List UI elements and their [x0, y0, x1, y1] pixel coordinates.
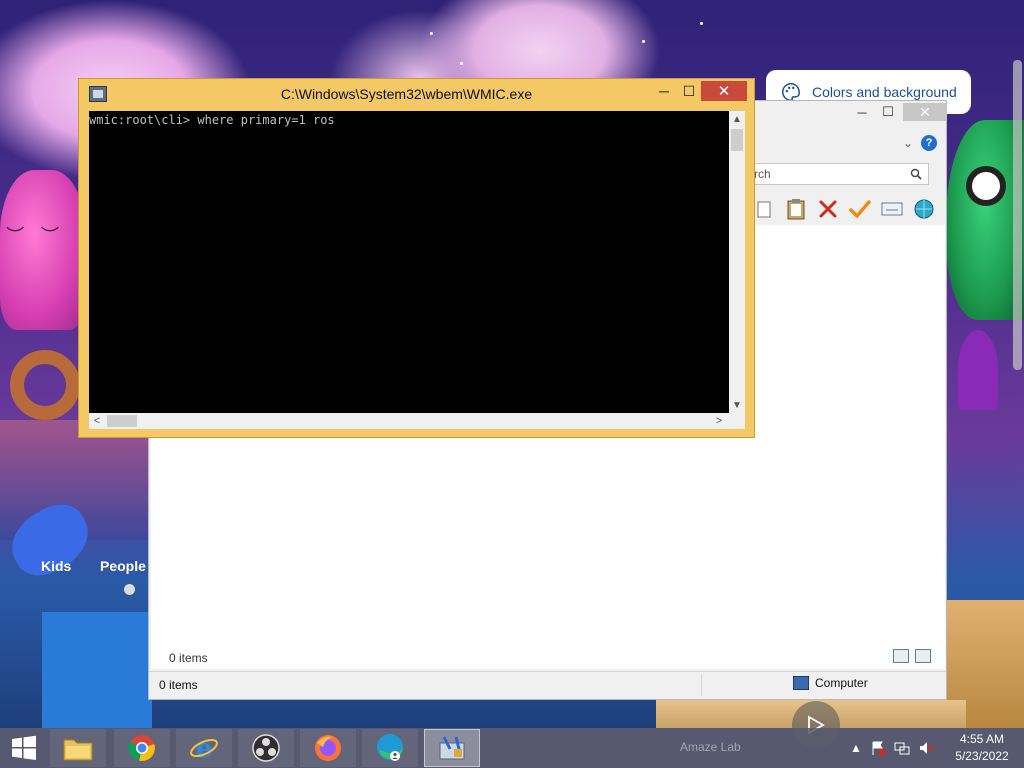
console-output[interactable]: wmic:root\cli> where primary=1 ros — [89, 111, 729, 413]
console-output-line: wmic:root\cli> where primary=1 ros — [89, 113, 335, 127]
network-icon[interactable] — [894, 740, 910, 756]
blue-tile — [42, 612, 152, 728]
pink-character-face: ︶ ︶ — [6, 226, 66, 246]
paste-icon[interactable] — [785, 198, 807, 220]
console-resize-grip[interactable] — [729, 413, 745, 429]
taskbar-internet-explorer[interactable]: e — [176, 729, 232, 767]
scroll-down-icon[interactable]: ▼ — [729, 397, 745, 413]
explorer-statusbar: 0 items Computer — [149, 671, 946, 699]
taskbar-chrome[interactable] — [114, 729, 170, 767]
firefox-icon — [315, 735, 341, 761]
horizontal-scroll-thumb[interactable] — [107, 415, 137, 427]
explorer-close-button[interactable]: ✕ — [903, 103, 947, 121]
volume-muted-icon[interactable] — [918, 740, 934, 756]
status-separator — [701, 674, 702, 696]
status-location-label: Computer — [815, 676, 868, 690]
star — [642, 40, 645, 43]
console-close-button[interactable]: ✕ — [701, 81, 747, 101]
folder-icon — [63, 739, 93, 761]
vertical-scroll-thumb[interactable] — [731, 129, 743, 151]
explorer-address-tail: ⌄ ? — [749, 131, 939, 155]
console-vertical-scrollbar[interactable]: ▲ ▼ — [729, 111, 745, 413]
purple-character — [958, 330, 998, 410]
console-horizontal-scrollbar[interactable]: < > — [89, 413, 729, 429]
star — [430, 32, 433, 35]
action-center-flag-icon[interactable] — [870, 740, 886, 756]
svg-text:e: e — [196, 734, 213, 763]
ie-icon: e — [190, 734, 218, 763]
explorer-minimize-button[interactable]: ─ — [849, 103, 875, 121]
delete-icon[interactable] — [817, 198, 839, 220]
edge-icon — [377, 734, 403, 761]
console-app-icon[interactable] — [89, 86, 107, 102]
ring-character — [10, 350, 80, 420]
scroll-up-icon[interactable]: ▲ — [729, 111, 745, 127]
view-buttons — [893, 649, 931, 663]
green-character-eye — [966, 166, 1006, 206]
computer-icon — [793, 676, 809, 690]
obs-icon — [252, 734, 280, 762]
system-tray: ▲ — [850, 728, 934, 768]
show-hidden-icons-icon[interactable]: ▲ — [850, 741, 862, 755]
clock-date: 5/23/2022 — [955, 749, 1009, 763]
taskbar: e Amaze Lab ▲ 4:55 AM 5/23/2022 — [0, 728, 1024, 768]
check-icon[interactable] — [849, 198, 871, 220]
explorer-items-count: 0 items — [169, 651, 208, 665]
colors-and-background-label: Colors and background — [812, 84, 957, 100]
taskbar-firefox[interactable] — [300, 729, 356, 767]
explorer-toolbar — [749, 195, 939, 223]
star — [700, 22, 703, 25]
scroll-left-icon[interactable]: < — [89, 413, 105, 429]
console-maximize-button[interactable]: ☐ — [676, 81, 702, 101]
explorer-search-input[interactable]: rch — [749, 163, 929, 185]
taskbar-file-explorer[interactable] — [50, 729, 106, 767]
tools-icon — [439, 736, 465, 760]
status-location: Computer — [793, 676, 868, 690]
search-placeholder: rch — [754, 167, 771, 181]
wmic-console-window: C:\Windows\System32\wbem\WMIC.exe ─ ☐ ✕ … — [78, 78, 755, 438]
console-minimize-button[interactable]: ─ — [651, 81, 677, 101]
large-icons-view-icon[interactable] — [915, 649, 931, 663]
chevron-down-icon[interactable]: ⌄ — [903, 136, 913, 150]
pager-dot[interactable] — [124, 584, 135, 595]
copy-icon[interactable] — [753, 198, 775, 220]
taskbar-control-tool[interactable] — [424, 729, 480, 767]
star — [460, 62, 463, 65]
wallpaper-label-kids[interactable]: Kids — [41, 558, 71, 574]
console-titlebar[interactable]: C:\Windows\System32\wbem\WMIC.exe ─ ☐ ✕ — [79, 79, 754, 109]
console-title: C:\Windows\System32\wbem\WMIC.exe — [280, 86, 533, 102]
system-clock[interactable]: 4:55 AM 5/23/2022 — [950, 731, 1014, 765]
explorer-maximize-button[interactable]: ☐ — [875, 103, 901, 121]
globe-icon[interactable] — [913, 198, 935, 220]
wallpaper-scrollbar[interactable] — [1013, 60, 1022, 370]
taskbar-edge[interactable] — [362, 729, 418, 767]
rename-icon[interactable] — [881, 198, 903, 220]
windows-logo-icon — [12, 735, 36, 760]
taskbar-obs[interactable] — [238, 729, 294, 767]
start-button[interactable] — [0, 728, 48, 768]
chrome-icon — [128, 735, 155, 761]
scroll-right-icon[interactable]: > — [711, 413, 727, 429]
status-items-count: 0 items — [159, 678, 198, 692]
wallpaper-label-people[interactable]: People — [100, 558, 146, 574]
search-icon — [910, 168, 922, 180]
help-icon[interactable]: ? — [921, 135, 937, 151]
clock-time: 4:55 AM — [959, 732, 1005, 746]
watermark-text: Amaze Lab — [680, 740, 741, 754]
details-view-icon[interactable] — [893, 649, 909, 663]
